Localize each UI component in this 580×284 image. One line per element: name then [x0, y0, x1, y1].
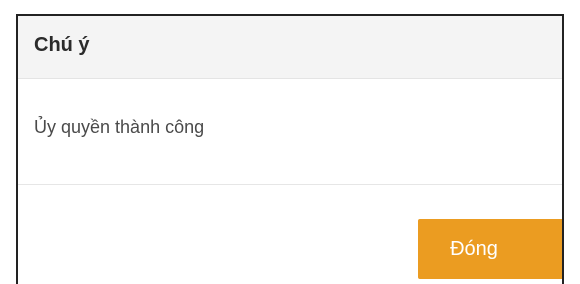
dialog-body: Ủy quyền thành công — [18, 79, 562, 185]
close-button[interactable]: Đóng — [418, 219, 562, 279]
dialog-header: Chú ý — [18, 16, 562, 79]
dialog-message: Ủy quyền thành công — [34, 117, 205, 137]
dialog-footer: Đóng — [18, 185, 562, 284]
notice-dialog: Chú ý Ủy quyền thành công Đóng — [16, 14, 564, 284]
dialog-title: Chú ý — [34, 34, 90, 56]
